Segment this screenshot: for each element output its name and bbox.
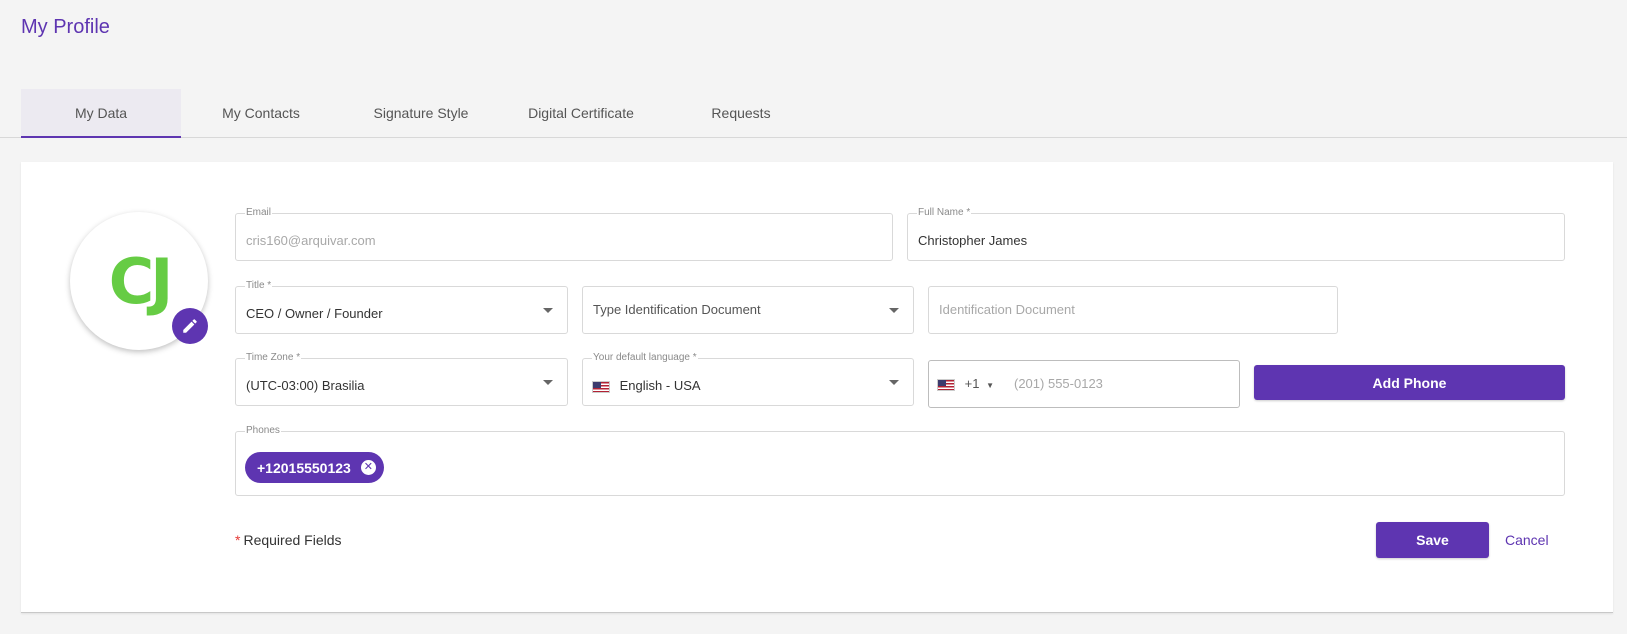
chevron-down-icon: ▼ [986, 381, 994, 390]
tab-my-contacts[interactable]: My Contacts [181, 89, 341, 137]
chevron-down-icon [889, 380, 899, 385]
time-zone-select[interactable]: Time Zone * (UTC-03:00) Brasilia [235, 352, 568, 406]
full-name-label: Full Name * [917, 207, 972, 218]
tab-digital-certificate[interactable]: Digital Certificate [501, 89, 661, 137]
phone-chip-label: +12015550123 [257, 459, 351, 476]
cancel-button[interactable]: Cancel [1505, 532, 1549, 548]
id-document-input[interactable]: Identification Document [928, 286, 1338, 334]
profile-tabs: My Data My Contacts Signature Style Digi… [0, 89, 1627, 138]
id-document-type-select[interactable]: Type Identification Document [582, 286, 914, 334]
email-field[interactable]: Email cris160@arquivar.com [235, 207, 893, 261]
language-label: Your default language * [592, 352, 698, 363]
required-fields-text: Required Fields [243, 532, 342, 548]
tab-my-data[interactable]: My Data [21, 89, 181, 138]
phones-label: Phones [245, 425, 281, 436]
time-zone-value: (UTC-03:00) Brasilia [246, 378, 365, 393]
id-document-placeholder: Identification Document [939, 302, 1075, 317]
full-name-field[interactable]: Full Name * Christopher James [907, 207, 1565, 261]
required-fields-note: * Required Fields [235, 532, 342, 548]
phone-chip: +12015550123 ✕ [245, 452, 384, 483]
add-phone-button[interactable]: Add Phone [1254, 365, 1565, 400]
pencil-icon [183, 319, 197, 333]
id-document-type-placeholder: Type Identification Document [593, 302, 761, 317]
avatar-initials: CJ [108, 244, 174, 318]
us-flag-icon [592, 380, 610, 393]
country-code-select[interactable]: +1 ▼ [937, 376, 994, 391]
chevron-down-icon [543, 308, 553, 313]
phone-input[interactable]: +1 ▼ (201) 555-0123 [928, 360, 1240, 408]
title-label: Title * [245, 280, 273, 291]
title-value: CEO / Owner / Founder [246, 306, 383, 321]
edit-avatar-button[interactable] [172, 308, 208, 344]
page-title: My Profile [21, 16, 110, 38]
phone-placeholder: (201) 555-0123 [1014, 376, 1103, 391]
phones-field: Phones [235, 425, 1565, 496]
tab-requests[interactable]: Requests [661, 89, 821, 137]
time-zone-label: Time Zone * [245, 352, 302, 363]
required-asterisk: * [235, 532, 241, 548]
full-name-value: Christopher James [918, 233, 1028, 248]
language-select[interactable]: Your default language * English - USA [582, 352, 914, 406]
language-value: English - USA [619, 378, 701, 393]
chevron-down-icon [543, 380, 553, 385]
us-flag-icon [937, 378, 955, 391]
email-label: Email [245, 207, 273, 218]
tab-signature-style[interactable]: Signature Style [341, 89, 501, 137]
title-select[interactable]: Title * CEO / Owner / Founder [235, 280, 568, 334]
close-icon[interactable]: ✕ [360, 460, 376, 475]
country-code: +1 [964, 376, 980, 391]
chevron-down-icon [889, 308, 899, 313]
save-button[interactable]: Save [1376, 522, 1489, 558]
email-value: cris160@arquivar.com [246, 233, 376, 248]
language-value-wrap: English - USA [592, 378, 701, 393]
